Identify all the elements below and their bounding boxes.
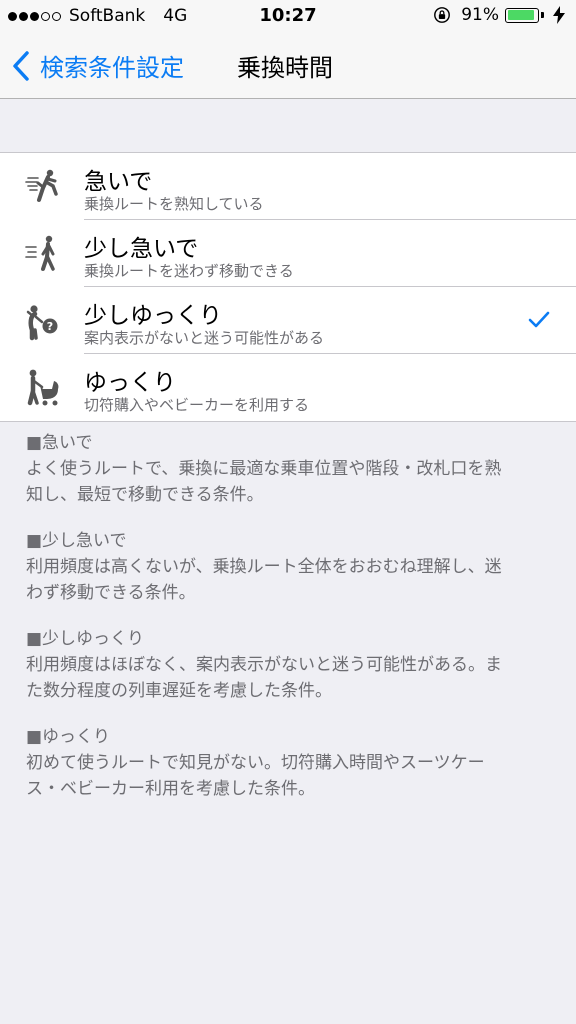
option-title: 少し急いで — [84, 236, 199, 262]
explanation-line: 利用頻度はほぼなく、案内表示がないと迷う可能性がある。ま — [26, 655, 502, 675]
rotation-lock-icon — [434, 7, 451, 23]
person-with-stroller-icon — [27, 369, 59, 406]
option-title: ゆっくり — [84, 370, 176, 396]
explanation-line: ス・ベビーカー利用を考慮した条件。 — [26, 779, 315, 799]
option-row-slight-hurry[interactable]: 少し急いで 乗換ルートを迷わず移動できる — [0, 220, 576, 287]
explanation-heading: ■急いで — [26, 433, 93, 453]
transfer-speed-options: 急いで 乗換ルートを熟知している 少し急いで 乗換ルートを迷わず移動できる ? … — [0, 152, 576, 422]
option-description: 切符購入やベビーカーを利用する — [84, 396, 310, 414]
explanation-line: わず移動できる条件。 — [26, 583, 196, 603]
running-person-icon — [25, 169, 58, 202]
explanation-heading: ■少しゆっくり — [26, 629, 145, 649]
battery-fill — [507, 10, 534, 20]
battery-percentage: 91% — [461, 5, 499, 25]
explanation-heading: ■ゆっくり — [26, 727, 111, 747]
back-label: 検索条件設定 — [40, 54, 184, 82]
option-explanations: ■急いで よく使うルートで、乗換に最適な乗車位置や階段・改札口を熟 知し、最短で… — [26, 430, 556, 822]
option-description: 案内表示がないと迷う可能性がある — [84, 329, 325, 347]
page-title: 乗換時間 — [237, 54, 333, 82]
explanation-line: た数分程度の列車遅延を考慮した条件。 — [26, 681, 332, 701]
explanation-slow: ■ゆっくり 初めて使うルートで知見がない。切符購入時間やスーツケー ス・ベビーカ… — [26, 724, 556, 802]
option-title: 少しゆっくり — [84, 303, 222, 329]
option-description: 乗換ルートを熟知している — [84, 195, 264, 213]
option-row-slow[interactable]: ゆっくり 切符購入やベビーカーを利用する — [0, 354, 576, 421]
explanation-heading: ■少し急いで — [26, 531, 127, 551]
status-bar: SoftBank 4G 10:27 91% — [0, 0, 576, 32]
navigation-bar: 検索条件設定 乗換時間 — [0, 32, 576, 99]
explanation-slightly-slow: ■少しゆっくり 利用頻度はほぼなく、案内表示がないと迷う可能性がある。ま た数分… — [26, 626, 556, 704]
option-row-hurry[interactable]: 急いで 乗換ルートを熟知している — [0, 153, 576, 220]
battery-tip — [541, 12, 544, 18]
explanation-hurry: ■急いで よく使うルートで、乗換に最適な乗車位置や階段・改札口を熟 知し、最短で… — [26, 430, 556, 508]
checkmark-icon — [528, 311, 550, 328]
back-button[interactable]: 検索条件設定 — [12, 48, 184, 83]
option-row-slightly-slow[interactable]: ? 少しゆっくり 案内表示がないと迷う可能性がある — [0, 287, 576, 354]
back-chevron-icon — [13, 50, 29, 81]
svg-text:?: ? — [47, 320, 53, 333]
charging-bolt-icon — [553, 6, 565, 24]
walking-person-icon — [25, 235, 55, 271]
confused-person-icon: ? — [26, 305, 58, 341]
explanation-line: よく使うルートで、乗換に最適な乗車位置や階段・改札口を熟 — [26, 459, 502, 479]
explanation-slight-hurry: ■少し急いで 利用頻度は高くないが、乗換ルート全体をおおむね理解し、迷 わず移動… — [26, 528, 556, 606]
status-right: 91% — [433, 5, 566, 25]
explanation-line: 知し、最短で移動できる条件。 — [26, 485, 264, 505]
battery-icon — [505, 7, 539, 23]
explanation-line: 初めて使うルートで知見がない。切符購入時間やスーツケー — [26, 753, 485, 773]
option-description: 乗換ルートを迷わず移動できる — [84, 262, 294, 280]
explanation-line: 利用頻度は高くないが、乗換ルート全体をおおむね理解し、迷 — [26, 557, 502, 577]
option-title: 急いで — [84, 169, 153, 195]
